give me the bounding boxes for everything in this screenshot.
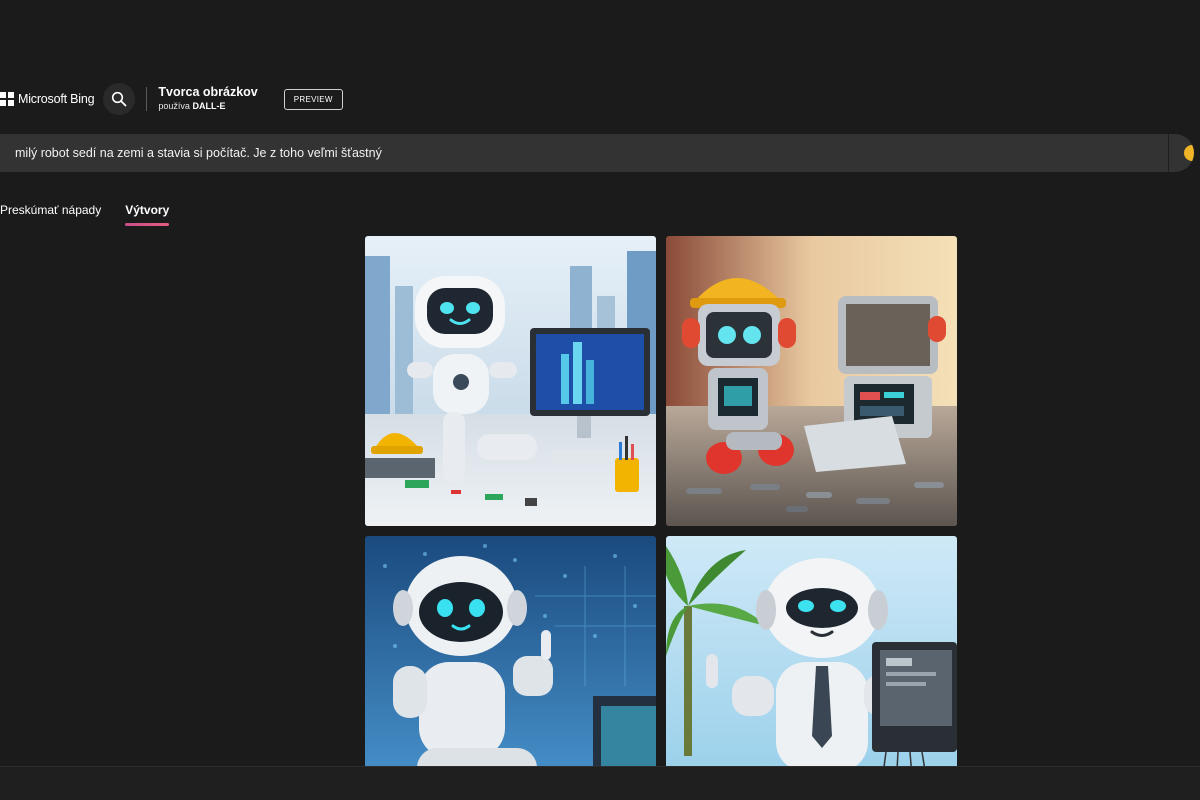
- generated-image-3[interactable]: [365, 536, 656, 800]
- product-sub-model: DALL-E: [192, 101, 226, 111]
- prompt-bar: [0, 134, 1194, 172]
- search-icon: [112, 91, 127, 107]
- product-sub-prefix: používa: [158, 101, 190, 111]
- robot-image-2: [666, 236, 957, 526]
- header: Microsoft Bing Tvorca obrázkov používa D…: [0, 80, 343, 118]
- robot-image-4: [666, 536, 957, 800]
- bottom-bar: [0, 766, 1200, 800]
- tab-explore-ideas[interactable]: Preskúmať nápady: [0, 200, 101, 226]
- product-title-block[interactable]: Tvorca obrázkov používa DALL-E: [158, 85, 257, 113]
- tab-creations[interactable]: Výtvory: [125, 200, 170, 226]
- generated-image-2[interactable]: [666, 236, 957, 526]
- surprise-me-icon[interactable]: [1184, 145, 1194, 161]
- generated-images-grid: [365, 236, 957, 800]
- product-title: Tvorca obrázkov: [158, 85, 258, 99]
- bing-image-creator-page: Microsoft Bing Tvorca obrázkov používa D…: [0, 0, 1200, 800]
- prompt-input[interactable]: [0, 134, 1168, 172]
- prompt-divider: [1168, 134, 1169, 172]
- generated-image-1[interactable]: [365, 236, 656, 526]
- bing-home-link[interactable]: Microsoft Bing: [0, 80, 95, 118]
- robot-image-3: [365, 536, 656, 800]
- preview-badge: PREVIEW: [283, 88, 343, 110]
- tab-bar: Preskúmať nápady Výtvory: [0, 200, 170, 228]
- brand-name: Microsoft Bing: [18, 92, 95, 106]
- microsoft-logo-icon: [0, 92, 14, 106]
- header-divider: [146, 87, 148, 111]
- generated-image-4[interactable]: [666, 536, 957, 800]
- product-subtitle: používa DALL-E: [158, 100, 257, 113]
- search-button[interactable]: [103, 83, 136, 115]
- robot-image-1: [365, 236, 656, 526]
